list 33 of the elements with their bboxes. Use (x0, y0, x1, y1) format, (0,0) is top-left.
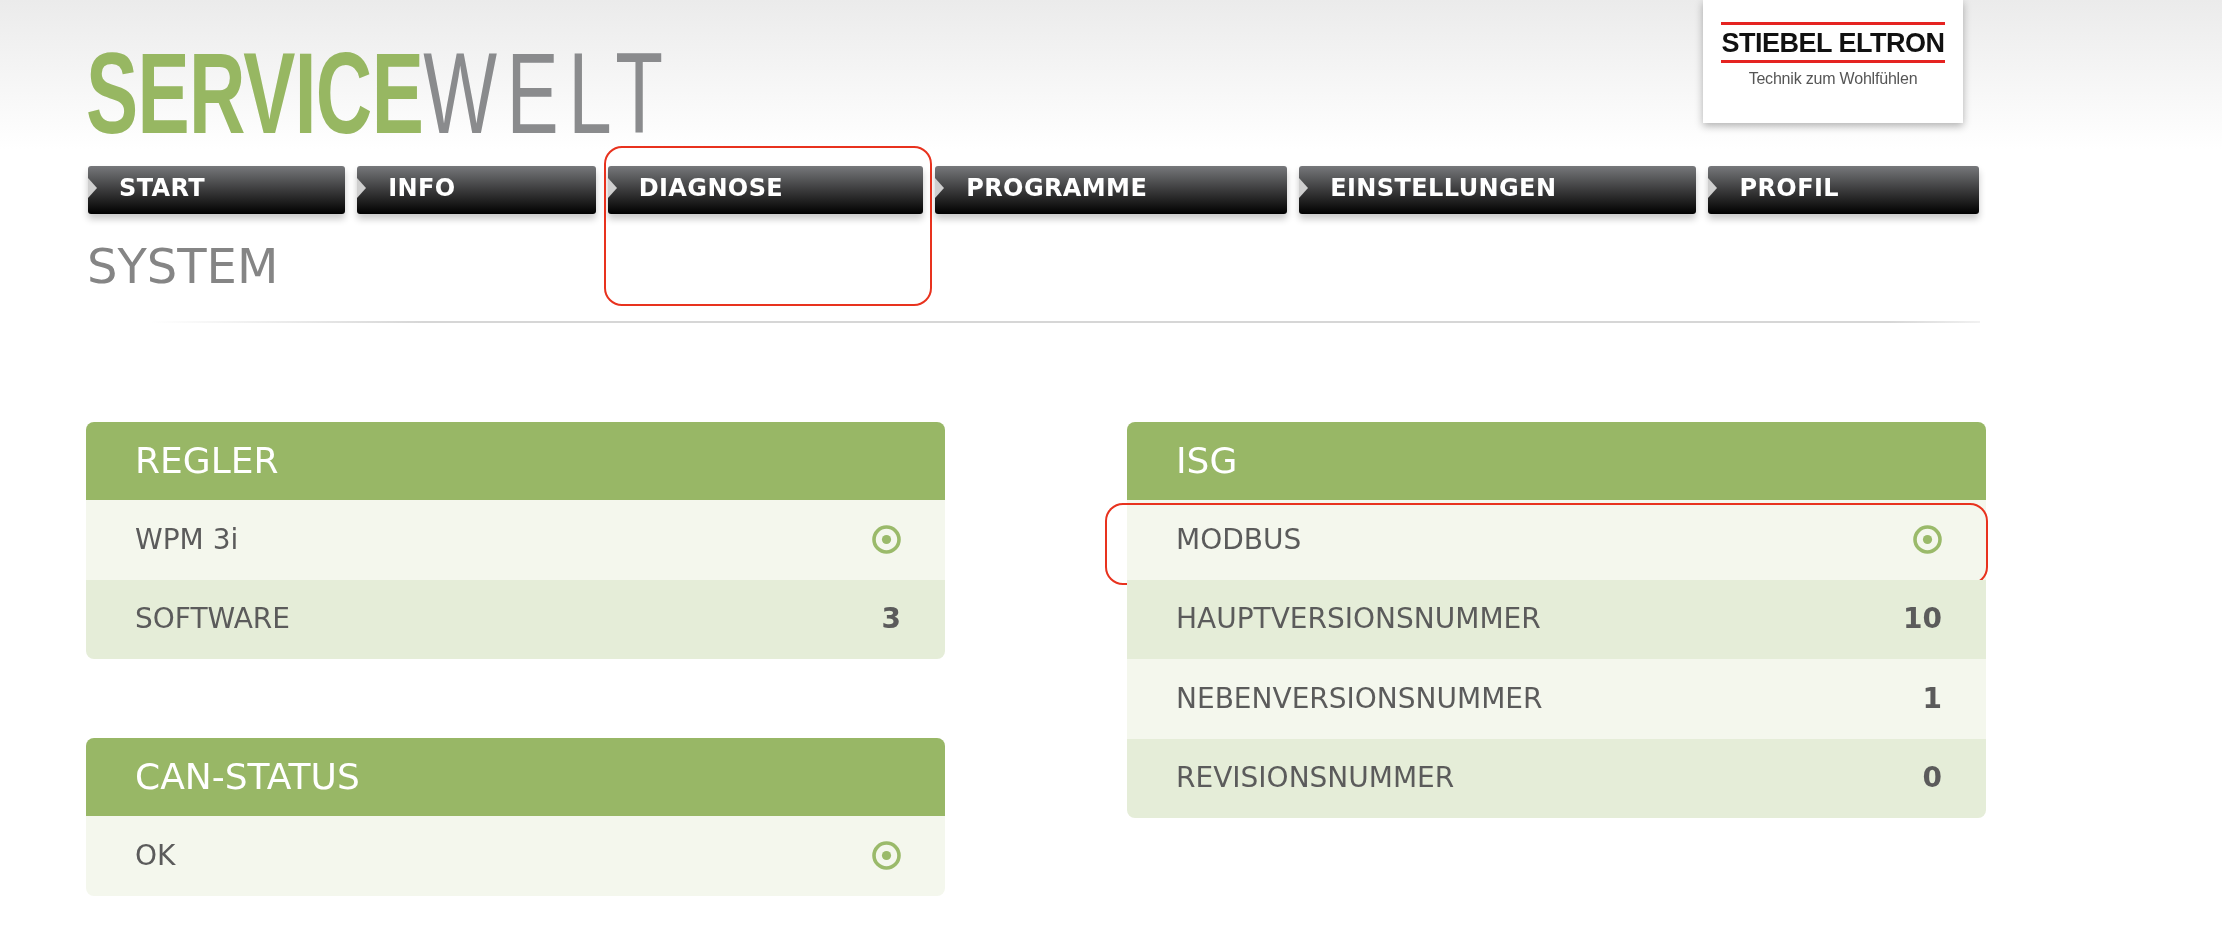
site-logo: SERVICEWELT (86, 36, 673, 151)
row-value: 0 (1922, 760, 1942, 797)
row-label: SOFTWARE (135, 601, 290, 638)
panel-header: CAN-STATUS (86, 738, 945, 816)
tab-notch-icon (1708, 177, 1718, 198)
panel-header: REGLER (86, 422, 945, 500)
panel-header: ISG (1127, 422, 1986, 500)
row-label: REVISIONSNUMMER (1176, 760, 1455, 797)
nav-tab[interactable]: PROFIL (1708, 166, 1979, 214)
row-value: 3 (881, 601, 901, 638)
row-label: HAUPTVERSIONSNUMMER (1176, 601, 1541, 638)
nav-tab[interactable]: EINSTELLUNGEN (1299, 166, 1697, 214)
row-label: NEBENVERSIONSNUMMER (1176, 680, 1543, 717)
nav-tab[interactable]: START (88, 166, 346, 214)
status-ring-icon (1913, 525, 1942, 555)
row-label: MODBUS (1176, 521, 1302, 558)
status-ring-icon (872, 525, 901, 555)
nav-tab[interactable]: PROGRAMME (935, 166, 1288, 214)
row-value: 1 (1922, 680, 1942, 717)
brand-tagline: Technik zum Wohlfühlen (1748, 69, 1918, 89)
row-label: WPM 3i (135, 521, 239, 558)
nav-tab[interactable]: DIAGNOSE (607, 166, 924, 214)
row-label: OK (135, 837, 176, 874)
nav-tab[interactable]: INFO (357, 166, 596, 214)
page-title: SYSTEM (87, 242, 279, 290)
status-ring-icon (872, 841, 901, 871)
tab-notch-icon (607, 177, 617, 198)
tab-notch-icon (357, 177, 367, 198)
row-value: 10 (1903, 601, 1942, 638)
tab-notch-icon (88, 177, 97, 198)
brand-name: STIEBEL ELTRON (1721, 22, 1945, 63)
tab-notch-icon (1299, 177, 1309, 198)
tab-notch-icon (935, 177, 945, 198)
